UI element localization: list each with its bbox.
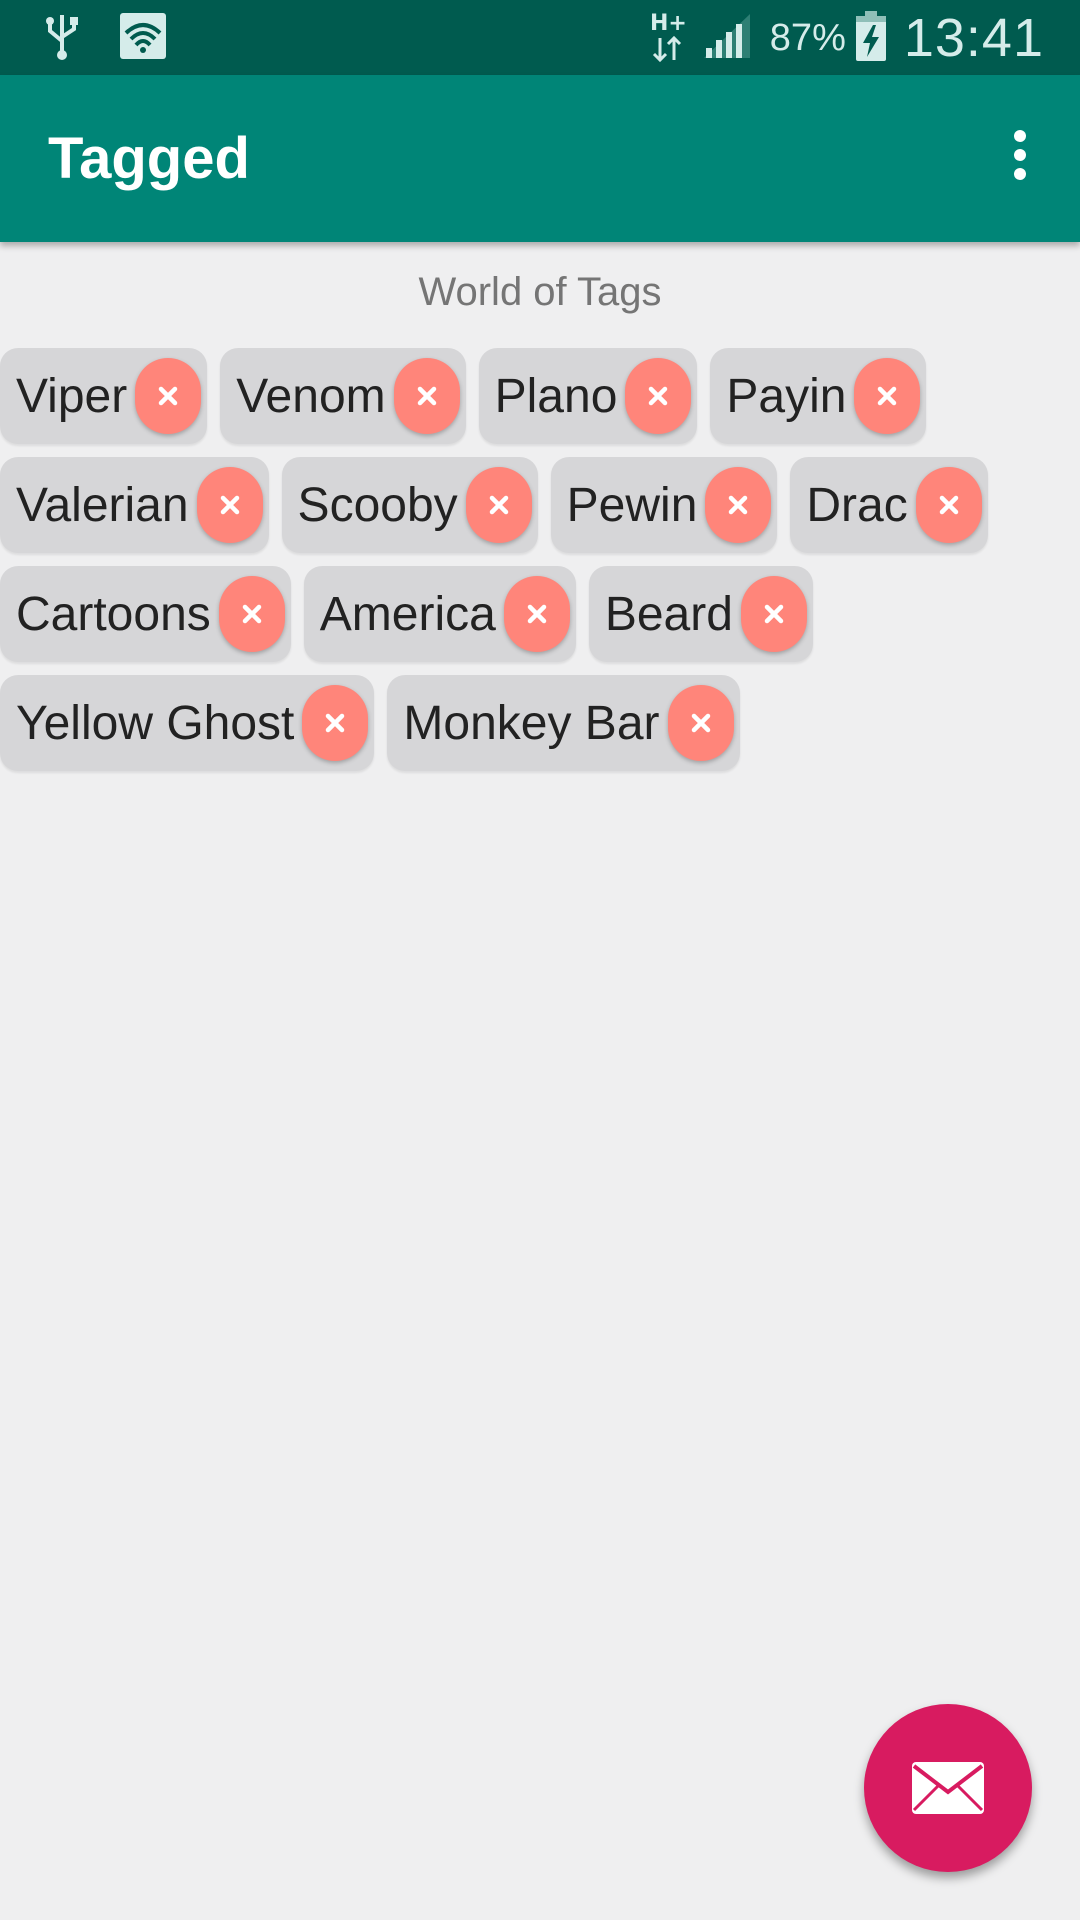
tag-chip[interactable]: Valerian [0,457,269,553]
tag-chip[interactable]: Drac [790,457,988,553]
remove-tag-button[interactable] [218,576,285,652]
close-icon [220,495,239,515]
tag-label: Payin [726,369,847,423]
app-bar: Tagged [0,75,1080,242]
usb-icon [44,11,80,66]
remove-tag-button[interactable] [135,358,202,434]
remove-tag-button[interactable] [625,358,692,434]
tag-chip[interactable]: Scooby [281,457,538,553]
remove-tag-button[interactable] [465,467,532,543]
status-right-icons: H+ 87% 13:41 [648,8,1044,68]
status-left-icons [44,10,166,66]
close-icon [691,713,710,733]
clock: 13:41 [903,8,1044,68]
tag-label: Drac [806,478,908,532]
mail-icon [912,1762,984,1814]
battery-percent: 87% [769,16,846,59]
tag-chip[interactable]: Viper [0,348,208,444]
tag-chip[interactable]: Beard [588,566,813,662]
signal-icon [702,12,752,65]
status-bar: H+ 87% 13:41 [0,0,1080,75]
remove-tag-button[interactable] [915,467,982,543]
tag-chip[interactable]: Cartoons [0,566,291,662]
tag-chip[interactable]: Venom [220,348,466,444]
tag-label: Cartoons [16,587,211,641]
tag-label: Viper [16,369,128,423]
tag-label: Yellow Ghost [16,696,295,750]
close-icon [649,386,668,406]
close-icon [326,713,345,733]
overflow-menu-icon [1014,130,1026,180]
tag-row: Viper Venom Plano Payin [0,348,1080,444]
tag-row: Valerian Scooby Pewin Drac [0,457,1080,553]
remove-tag-button[interactable] [393,358,460,434]
close-icon [729,495,748,515]
tag-label: Beard [604,587,733,641]
close-icon [489,495,508,515]
tag-label: Scooby [297,478,458,532]
tag-chip[interactable]: Payin [710,348,927,444]
tag-row: Yellow Ghost Monkey Bar [0,675,1080,771]
tag-label: Valerian [16,478,189,532]
tag-label: Venom [236,369,386,423]
tag-label: Monkey Bar [403,696,660,750]
remove-tag-button[interactable] [503,576,570,652]
battery-charging-icon [855,10,886,66]
close-icon [417,386,436,406]
remove-tag-button[interactable] [196,467,263,543]
remove-tag-button[interactable] [854,358,921,434]
close-icon [764,604,784,624]
close-icon [939,495,958,515]
tag-chip[interactable]: America [303,566,576,662]
hplus-data-icon: H+ [648,8,688,69]
close-icon [527,604,547,624]
remove-tag-button[interactable] [302,685,369,761]
tag-chip[interactable]: Yellow Ghost [0,675,375,771]
tag-row: Cartoons America Beard [0,566,1080,662]
tag-label: Pewin [566,478,698,532]
overflow-menu-button[interactable] [980,115,1060,195]
tag-label: America [319,587,496,641]
close-icon [158,386,178,406]
tag-label: Plano [494,369,618,423]
tag-chip[interactable]: Pewin [550,457,778,553]
remove-tag-button[interactable] [667,685,734,761]
app-title: Tagged [48,126,250,191]
tag-chip[interactable]: Monkey Bar [387,675,740,771]
tag-cloud: Viper Venom Plano Payin Valerian Scooby … [0,348,1080,784]
tags-subtitle: World of Tags [418,270,662,314]
remove-tag-button[interactable] [740,576,807,652]
close-icon [242,604,262,624]
remove-tag-button[interactable] [705,467,772,543]
close-icon [878,386,897,406]
wifi-icon [120,12,166,64]
send-mail-fab[interactable] [864,1704,1032,1872]
tag-chip[interactable]: Plano [478,348,698,444]
svg-text:H+: H+ [650,11,687,36]
